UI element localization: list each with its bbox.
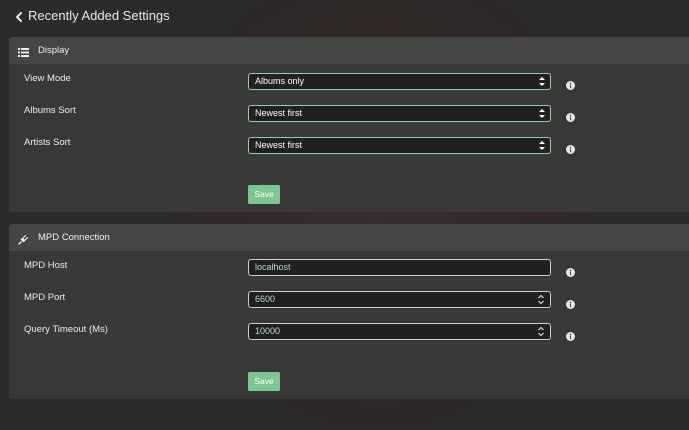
albums-sort-select[interactable]: Newest first <box>248 105 551 122</box>
albums-sort-value: Newest first <box>255 108 303 118</box>
plug-icon <box>18 232 29 245</box>
mpd-host-value: localhost <box>255 262 291 272</box>
mpd-panel-title: MPD Connection <box>38 232 110 243</box>
mpd-save-button[interactable]: Save <box>248 372 280 391</box>
list-icon <box>18 45 29 57</box>
display-panel-header: Display <box>9 37 689 64</box>
view-mode-label: View Mode <box>24 73 71 84</box>
view-mode-select[interactable]: Albums only <box>248 73 551 90</box>
mpd-port-value: 6600 <box>255 294 276 304</box>
query-timeout-input[interactable]: 10000 <box>248 323 551 340</box>
info-icon[interactable] <box>566 296 575 309</box>
number-stepper-icon[interactable] <box>537 326 545 337</box>
number-stepper-icon[interactable] <box>537 294 545 305</box>
select-arrows-icon <box>538 76 546 87</box>
query-timeout-label: Query Timeout (Ms) <box>24 324 108 335</box>
info-icon[interactable] <box>566 264 575 277</box>
display-panel: Display View Mode Albums only Albums Sor… <box>9 37 689 212</box>
artists-sort-label: Artists Sort <box>24 137 71 148</box>
view-mode-value: Albums only <box>255 76 305 86</box>
info-icon[interactable] <box>566 328 575 341</box>
select-arrows-icon <box>538 140 546 151</box>
mpd-port-label: MPD Port <box>24 292 66 303</box>
mpd-host-label: MPD Host <box>24 260 68 271</box>
mpd-panel-header: MPD Connection <box>9 224 689 251</box>
page-header: Recently Added Settings <box>0 0 689 34</box>
select-arrows-icon <box>538 108 546 119</box>
artists-sort-select[interactable]: Newest first <box>248 137 551 154</box>
info-icon[interactable] <box>566 77 575 90</box>
page-title: Recently Added Settings <box>28 8 170 23</box>
query-timeout-value: 10000 <box>255 326 281 336</box>
mpd-port-input[interactable]: 6600 <box>248 291 551 308</box>
chevron-left-icon[interactable] <box>12 10 26 24</box>
albums-sort-label: Albums Sort <box>24 105 76 116</box>
info-icon[interactable] <box>566 109 575 122</box>
info-icon[interactable] <box>566 141 575 154</box>
mpd-connection-panel: MPD Connection MPD Host localhost MPD Po… <box>9 224 689 399</box>
display-save-button[interactable]: Save <box>248 185 280 204</box>
artists-sort-value: Newest first <box>255 140 303 150</box>
mpd-host-input[interactable]: localhost <box>248 259 551 276</box>
display-panel-title: Display <box>38 45 70 56</box>
